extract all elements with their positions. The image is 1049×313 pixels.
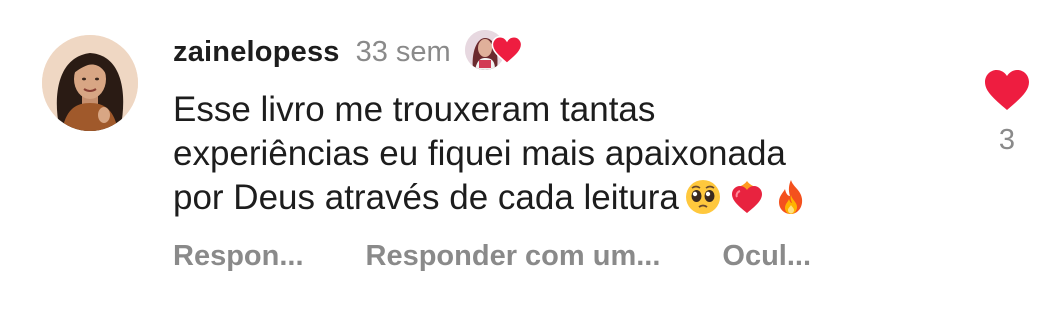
liked-by-creator-badge — [464, 30, 529, 74]
timestamp: 33 sem — [355, 35, 451, 68]
comment-item: zainelopess 33 sem Esse livro me trouxer… — [0, 0, 1049, 313]
hide-button[interactable]: Ocul... — [722, 240, 811, 273]
comment-actions: Respon... Responder com um... Ocul... — [173, 240, 811, 273]
username[interactable]: zainelopess — [173, 36, 340, 69]
fire-emoji — [771, 177, 811, 217]
comment-text: Esse livro me trouxeram tantas experiênc… — [173, 88, 933, 220]
heart-icon — [491, 35, 523, 65]
reply-with-photo-button[interactable]: Responder com um... — [366, 240, 661, 273]
comment-text-line-2: experiências eu fiquei mais apaixonada — [173, 134, 786, 173]
heart-on-fire-emoji — [727, 177, 767, 217]
like-column: 3 — [982, 68, 1032, 157]
pleading-face-emoji — [683, 177, 723, 217]
comment-text-line-3: por Deus através de cada leitura — [173, 178, 679, 217]
like-count[interactable]: 3 — [982, 124, 1032, 157]
avatar[interactable] — [42, 35, 138, 131]
reply-button[interactable]: Respon... — [173, 240, 304, 273]
comment-text-line-1: Esse livro me trouxeram tantas — [173, 90, 656, 129]
comment-header: zainelopess 33 sem — [173, 30, 529, 74]
like-heart-icon[interactable] — [983, 68, 1031, 112]
